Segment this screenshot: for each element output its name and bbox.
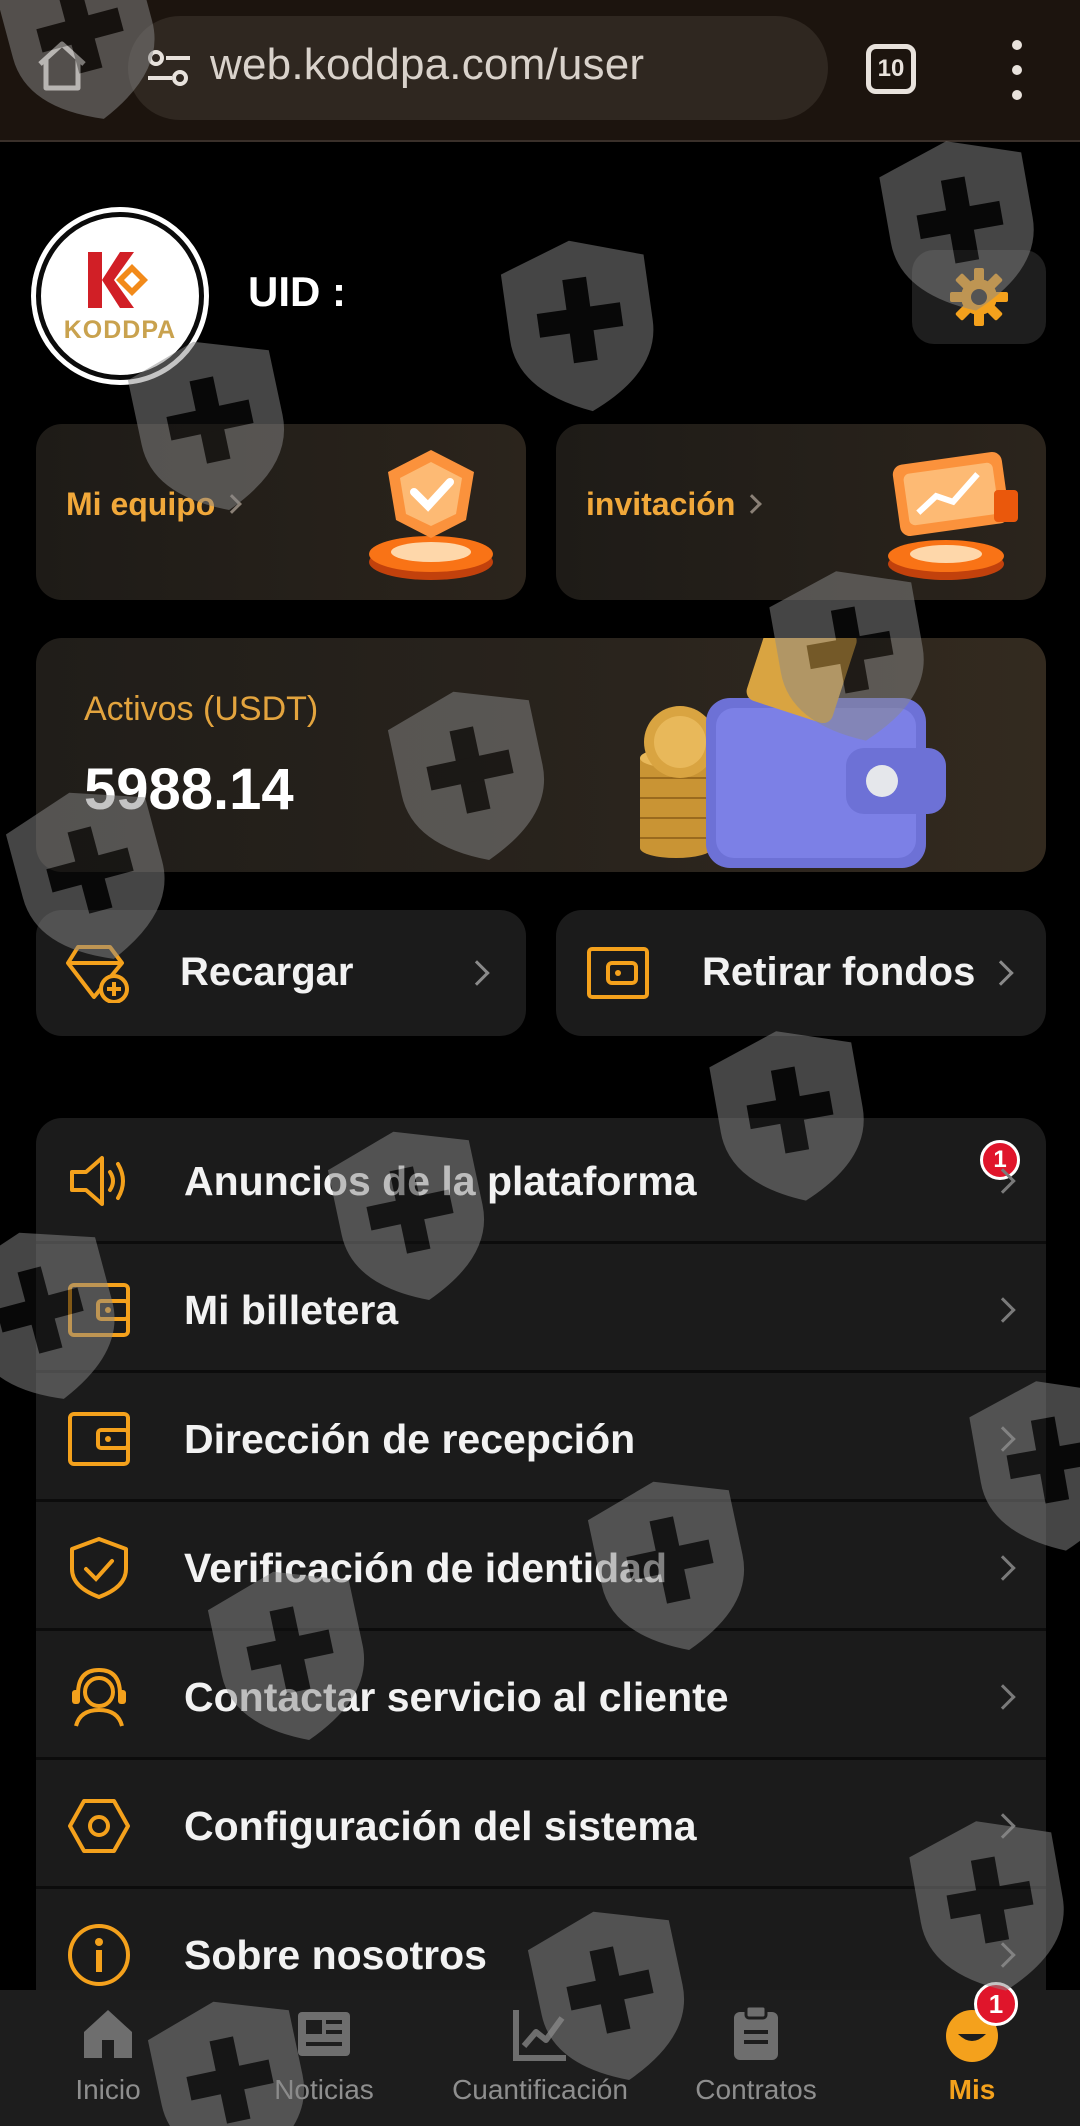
- url-text[interactable]: web.koddpa.com/user: [210, 40, 644, 90]
- invitation-label: invitación: [586, 486, 763, 523]
- assets-card: Activos (USDT) 5988.14: [36, 638, 1046, 872]
- home-icon[interactable]: [34, 38, 90, 94]
- invitation-card[interactable]: invitación: [556, 424, 1046, 600]
- menu-label: Verificación de identidad: [184, 1545, 668, 1591]
- menu-label: Dirección de recepción: [184, 1416, 636, 1462]
- my-team-card[interactable]: Mi equipo: [36, 424, 526, 600]
- nav-label: Contratos: [695, 2074, 817, 2105]
- menu-label: Anuncios de la plataforma: [184, 1158, 697, 1204]
- info-icon: [68, 1924, 130, 1986]
- gear-icon: [950, 268, 1008, 326]
- nav-label: Cuantificación: [452, 2074, 628, 2105]
- headset-icon: [72, 1667, 126, 1727]
- chevron-right-icon: [990, 1426, 1016, 1452]
- wallet-icon: [68, 1283, 130, 1337]
- menu-item-receive-address[interactable]: Dirección de recepción: [36, 1376, 1046, 1502]
- my-team-label: Mi equipo: [66, 486, 243, 523]
- menu-item-wallet[interactable]: Mi billetera: [36, 1247, 1046, 1373]
- chart-icon: [513, 2010, 566, 2061]
- speaker-icon: [70, 1156, 125, 1206]
- assets-value: 5988.14: [84, 757, 294, 822]
- nav-label: Inicio: [75, 2074, 141, 2105]
- menu-item-customer-service[interactable]: Contactar servicio al cliente: [36, 1634, 1046, 1760]
- hexagon-settings-icon: [68, 1799, 130, 1853]
- chevron-right-icon: [990, 1297, 1016, 1323]
- nav-contracts[interactable]: Contratos: [648, 1990, 864, 2126]
- menu-label: Mi billetera: [184, 1287, 399, 1333]
- chevron-right-icon: [222, 494, 243, 514]
- menu-label: Sobre nosotros: [184, 1932, 487, 1978]
- nav-quantification[interactable]: Cuantificación: [432, 1990, 648, 2126]
- recharge-label: Recargar: [180, 950, 354, 994]
- menu-item-about-us[interactable]: Sobre nosotros: [36, 1892, 1046, 1998]
- menu-item-system-settings[interactable]: Configuración del sistema: [36, 1763, 1046, 1889]
- bottom-navigation: Inicio Noticias Cuantificación Contratos: [0, 1990, 1080, 2126]
- chevron-right-icon: [990, 1813, 1016, 1839]
- browser-menu-icon[interactable]: [1002, 40, 1032, 100]
- withdraw-label: Retirar fondos: [702, 950, 976, 994]
- recharge-button[interactable]: Recargar: [36, 910, 526, 1036]
- wallet-coins-illustration: [640, 638, 946, 868]
- shield-check-icon: [70, 1537, 128, 1599]
- receive-wallet-icon: [68, 1412, 130, 1466]
- team-badge-illustration: [369, 450, 493, 580]
- nav-news[interactable]: Noticias: [216, 1990, 432, 2126]
- nav-mine[interactable]: Mis: [864, 1990, 1080, 2126]
- home-icon: [84, 2010, 132, 2058]
- menu-label: Configuración del sistema: [184, 1803, 697, 1849]
- chevron-right-icon: [990, 1942, 1016, 1968]
- site-settings-icon[interactable]: [146, 48, 192, 88]
- chevron-right-icon: [742, 494, 763, 514]
- nav-label: Mis: [948, 2074, 996, 2105]
- uid-label: UID :: [248, 268, 346, 315]
- withdraw-wallet-icon: [587, 947, 649, 999]
- nav-label: Noticias: [274, 2074, 374, 2105]
- clipboard-icon: [734, 2004, 778, 2060]
- tab-switcher-button[interactable]: 10: [866, 44, 916, 94]
- browser-toolbar: web.koddpa.com/user 10: [0, 0, 1080, 142]
- chevron-right-icon: [990, 1555, 1016, 1581]
- shield-watermark-icon: [497, 230, 665, 422]
- nav-home[interactable]: Inicio: [0, 1990, 216, 2126]
- avatar: KODDPA: [36, 212, 204, 380]
- koddpa-logo-icon: [88, 251, 148, 308]
- invitation-illustration: [888, 451, 1018, 580]
- logo-text: KODDPA: [63, 315, 177, 344]
- withdraw-button[interactable]: Retirar fondos: [556, 910, 1046, 1036]
- menu-label: Contactar servicio al cliente: [184, 1674, 729, 1720]
- settings-button[interactable]: [912, 250, 1046, 344]
- diamond-plus-icon: [66, 945, 129, 1003]
- chevron-right-icon: [990, 1684, 1016, 1710]
- menu-list: Anuncios de la plataforma 1 Mi billetera…: [36, 1118, 1046, 1998]
- notification-badge: 1: [974, 1982, 1018, 2026]
- chevron-right-icon: [464, 960, 490, 986]
- menu-item-identity-verification[interactable]: Verificación de identidad: [36, 1505, 1046, 1631]
- menu-item-announcements[interactable]: Anuncios de la plataforma 1: [36, 1118, 1046, 1244]
- news-icon: [298, 2012, 350, 2056]
- chevron-right-icon: [988, 960, 1014, 986]
- assets-label: Activos (USDT): [84, 690, 319, 728]
